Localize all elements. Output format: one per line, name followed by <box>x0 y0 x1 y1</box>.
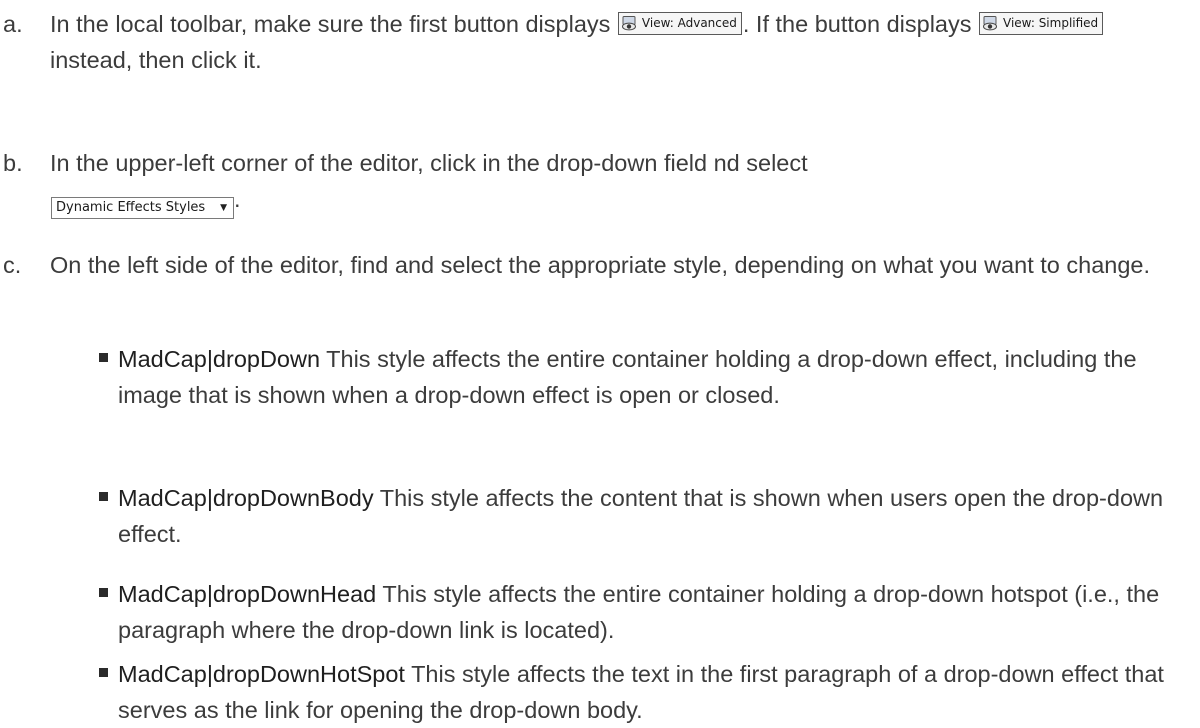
bullet-icon <box>99 353 108 362</box>
step-c: c. On the left side of the editor, find … <box>0 247 1200 283</box>
view-advanced-button[interactable]: View: Advanced <box>617 11 742 35</box>
step-marker: a. <box>3 11 23 37</box>
view-simplified-button[interactable]: View: Simplified <box>979 11 1104 35</box>
dropdown-arrow-icon: ▼ <box>220 203 227 213</box>
list-item: MadCap|dropDownHead This style affects t… <box>0 576 1200 648</box>
step-text: On the left side of the editor, find and… <box>50 252 1151 278</box>
step-a: a. In the local toolbar, make sure the f… <box>0 6 1200 78</box>
view-advanced-label: View: Advanced <box>641 15 737 30</box>
style-name: MadCap|dropDownBody <box>118 485 374 511</box>
list-item: MadCap|dropDownBody This style affects t… <box>0 480 1200 552</box>
bullet-icon <box>99 588 108 597</box>
view-simplified-label: View: Simplified <box>1003 15 1099 30</box>
step-marker: c. <box>3 252 22 278</box>
style-name: MadCap|dropDownHotSpot <box>118 661 405 687</box>
style-name: MadCap|dropDownHead <box>118 581 377 607</box>
list-item: MadCap|dropDownHotSpot This style affect… <box>0 656 1200 728</box>
step-text-after: instead, then click it. <box>50 47 262 73</box>
step-text-before: In the upper-left corner of the editor, … <box>50 150 808 176</box>
step-text-before: In the local toolbar, make sure the firs… <box>50 11 611 37</box>
step-text-middle: . If the button displays <box>742 11 972 37</box>
style-name: MadCap|dropDown <box>118 346 321 372</box>
step-text-after: . <box>234 186 241 212</box>
step-b: b. In the upper-left corner of the edito… <box>0 145 1200 219</box>
eye-display-icon <box>621 16 636 31</box>
step-text: In the upper-left corner of the editor, … <box>50 145 1150 219</box>
step-marker: b. <box>3 150 23 176</box>
bullet-icon <box>99 492 108 501</box>
dynamic-effects-styles-select[interactable]: Dynamic Effects Styles ▼ <box>51 197 234 219</box>
select-value: Dynamic Effects Styles <box>56 200 206 215</box>
eye-display-icon <box>983 16 998 31</box>
procedure-document: a. In the local toolbar, make sure the f… <box>0 0 1200 728</box>
bullet-icon <box>99 668 108 677</box>
step-text: In the local toolbar, make sure the firs… <box>50 6 1150 78</box>
list-item: MadCap|dropDown This style affects the e… <box>0 341 1200 413</box>
